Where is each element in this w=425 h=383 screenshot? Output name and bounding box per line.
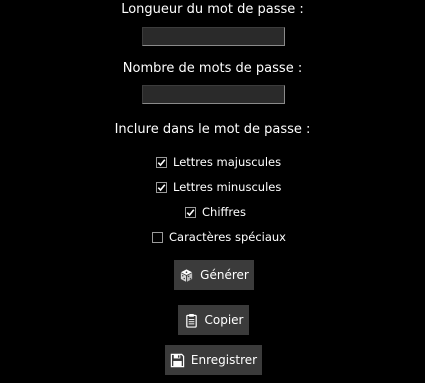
checkmark-icon	[157, 158, 166, 166]
generate-button[interactable]: Générer	[174, 260, 254, 290]
digits-checkbox[interactable]: Chiffres	[185, 204, 246, 220]
digits-checkbox-box[interactable]	[185, 206, 196, 218]
special-chars-label: Caractères spéciaux	[169, 230, 286, 244]
count-label: Nombre de mots de passe :	[122, 61, 303, 76]
uppercase-checkbox[interactable]: Lettres majuscules	[156, 154, 281, 170]
special-chars-checkbox-box[interactable]	[152, 231, 163, 243]
copy-button-label: Copier	[204, 313, 244, 327]
digits-label: Chiffres	[202, 205, 246, 219]
lowercase-checkbox[interactable]: Lettres minuscules	[156, 179, 281, 195]
floppy-disk-icon	[170, 353, 185, 367]
checkmark-icon	[157, 183, 166, 191]
count-input[interactable]	[142, 85, 285, 104]
uppercase-checkbox-box[interactable]	[156, 156, 167, 168]
uppercase-label: Lettres majuscules	[173, 155, 282, 169]
special-chars-checkbox[interactable]: Caractères spéciaux	[152, 229, 286, 245]
checkmark-icon	[186, 208, 195, 216]
generate-button-label: Générer	[200, 268, 249, 282]
save-button[interactable]: Enregistrer	[165, 345, 262, 375]
lowercase-checkbox-box[interactable]	[156, 181, 167, 193]
clipboard-icon	[185, 313, 197, 328]
length-label: Longueur du mot de passe :	[121, 2, 304, 17]
lowercase-label: Lettres minuscules	[173, 180, 282, 194]
copy-button[interactable]: Copier	[178, 305, 249, 335]
include-label: Inclure dans le mot de passe :	[114, 122, 311, 137]
save-button-label: Enregistrer	[190, 353, 258, 367]
length-input[interactable]	[142, 27, 285, 46]
dice-icon	[181, 268, 193, 282]
